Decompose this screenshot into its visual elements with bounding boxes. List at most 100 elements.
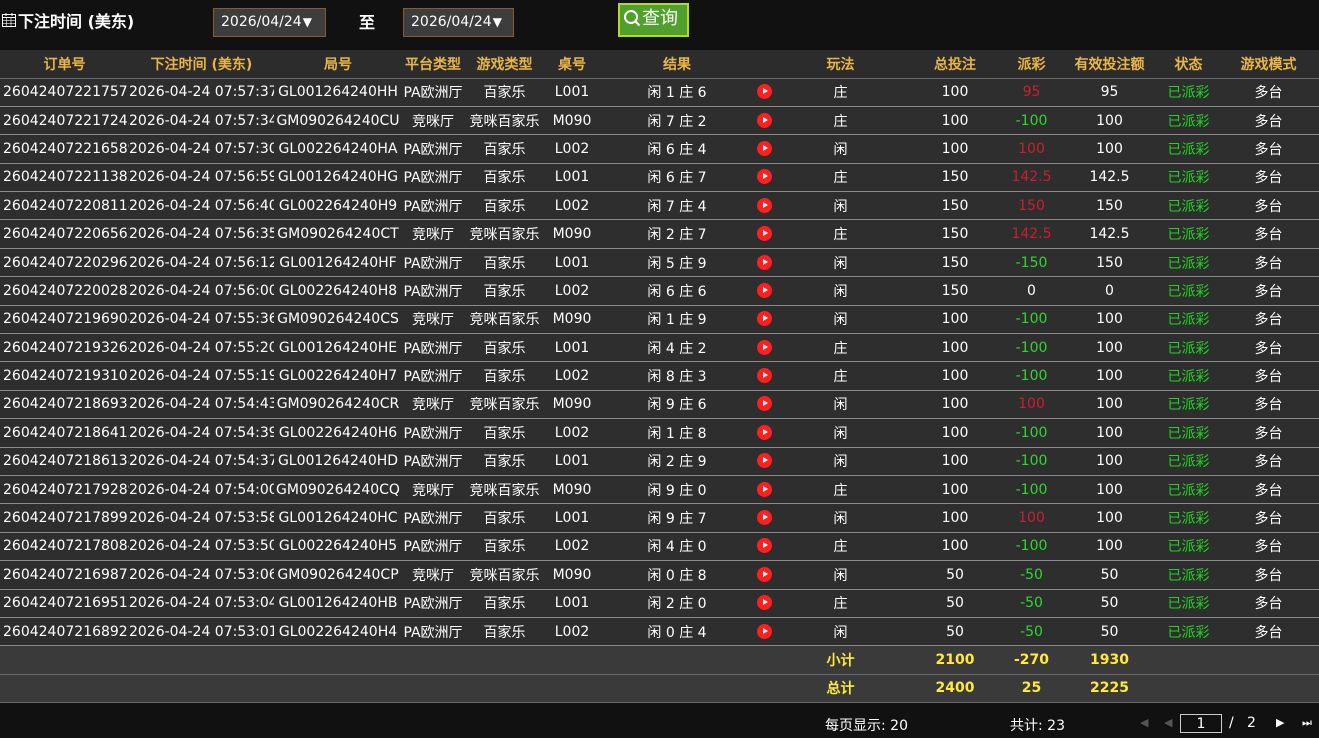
play-icon[interactable] [757,140,772,156]
cell-game-type: 竞咪百家乐 [464,219,545,249]
header-platform[interactable]: 平台类型 [402,50,464,79]
header-game-type[interactable]: 游戏类型 [464,50,545,79]
cell-platform: PA欧洲厅 [402,191,464,221]
cell-order-no: 260424072211382 [0,163,129,193]
cell-valid-bet: 95 [1060,78,1159,107]
cell-replay [755,163,774,193]
date-from-select[interactable]: 2026/04/24▼ [213,8,326,37]
cell-status: 已派彩 [1159,560,1218,590]
cell-platform: PA欧洲厅 [402,617,464,647]
cell-payout: -100 [1003,447,1060,476]
cell-replay [755,589,774,618]
play-icon[interactable] [757,254,772,270]
play-icon[interactable] [757,197,772,213]
cell-table-no: L001 [545,248,599,278]
cell-platform: PA欧洲厅 [402,589,464,618]
play-icon[interactable] [757,453,772,469]
cell-status: 已派彩 [1159,589,1218,618]
play-icon[interactable] [757,595,772,611]
play-icon[interactable] [757,311,772,327]
cell-order-no: 260424072178084 [0,532,129,562]
header-valid-bet[interactable]: 有效投注额 [1060,50,1159,79]
header-bet-time[interactable]: 下注时间 (美东) [129,50,274,79]
prev-page-icon[interactable]: ◀ [1164,716,1172,729]
cell-result: 闲 4 庄 2 [599,333,755,363]
cell-valid-bet: 0 [1060,276,1159,306]
cell-game-type: 百家乐 [464,532,545,562]
header-total-bet[interactable]: 总投注 [907,50,1003,79]
cell-replay [755,191,774,221]
header-status[interactable]: 状态 [1159,50,1218,79]
cell-round-no: GL002264240H7 [274,361,402,391]
cell-replay [755,475,774,505]
table-row: 260424072217571 2026-04-24 07:57:37 GL0012… [0,78,1319,107]
play-icon[interactable] [757,84,772,100]
cell-order-no: 260424072196904 [0,305,129,335]
header-result[interactable]: 结果 [599,50,755,79]
cell-bet-type: 闲 [774,503,907,533]
cell-valid-bet: 100 [1060,390,1159,420]
play-icon[interactable] [757,368,772,384]
cell-payout: 142.5 [1003,163,1060,193]
cell-valid-bet: 100 [1060,503,1159,533]
first-page-icon[interactable]: ◀ [1140,716,1148,729]
cell-platform: PA欧洲厅 [402,134,464,164]
cell-platform: PA欧洲厅 [402,276,464,306]
query-button[interactable]: 查询 [618,3,689,37]
cell-result: 闲 9 庄 6 [599,390,755,420]
play-icon[interactable] [757,282,772,298]
cell-payout: -100 [1003,532,1060,562]
cell-result: 闲 6 庄 7 [599,163,755,193]
table-row: 260424072186935 2026-04-24 07:54:43 GM0902… [0,390,1319,420]
table-row: 260424072178084 2026-04-24 07:53:50 GL0022… [0,532,1319,562]
header-round-no[interactable]: 局号 [274,50,402,79]
cell-replay [755,305,774,335]
cell-game-mode: 多台 [1218,418,1319,448]
header-payout[interactable]: 派彩 [1003,50,1060,79]
cell-total-bet: 150 [907,248,1003,278]
cell-round-no: GL001264240HF [274,248,402,278]
cell-game-type: 百家乐 [464,447,545,476]
cell-replay [755,106,774,136]
play-icon[interactable] [757,396,772,412]
last-page-icon[interactable]: ⏭ [1302,716,1312,730]
calendar-icon[interactable] [2,13,16,27]
cell-round-no: GL002264240H8 [274,276,402,306]
play-icon[interactable] [757,623,772,639]
play-icon[interactable] [757,538,772,554]
subtotal-valid-bet: 1930 [1060,645,1159,675]
cell-order-no: 260424072193264 [0,333,129,363]
play-icon[interactable] [757,424,772,440]
cell-total-bet: 100 [907,78,1003,107]
play-icon[interactable] [757,169,772,185]
table-row: 260424072179289 2026-04-24 07:54:00 GM0902… [0,475,1319,505]
header-bet-type[interactable]: 玩法 [774,50,907,79]
cell-result: 闲 0 庄 8 [599,560,755,590]
subtotal-spacer [0,645,774,675]
header-order-no[interactable]: 订单号 [0,50,129,79]
search-icon [624,10,641,27]
cell-bet-type: 庄 [774,106,907,136]
play-icon[interactable] [757,226,772,242]
cell-bet-time: 2026-04-24 07:57:34 [129,106,274,136]
header-game-mode[interactable]: 游戏模式 [1218,50,1319,79]
cell-round-no: GL001264240HE [274,333,402,363]
cell-round-no: GL002264240H4 [274,617,402,647]
play-icon[interactable] [757,566,772,582]
cell-bet-type: 闲 [774,390,907,420]
cell-platform: 竞咪厅 [402,560,464,590]
page-number-input[interactable] [1180,714,1222,733]
cell-table-no: L001 [545,333,599,363]
cell-status: 已派彩 [1159,106,1218,136]
play-icon[interactable] [757,112,772,128]
play-icon[interactable] [757,339,772,355]
cell-payout: -100 [1003,361,1060,391]
cell-table-no: L001 [545,78,599,107]
play-icon[interactable] [757,481,772,497]
cell-status: 已派彩 [1159,78,1218,107]
cell-round-no: GM090264240CP [274,560,402,590]
next-page-icon[interactable]: ▶ [1276,716,1284,729]
header-table-no[interactable]: 桌号 [545,50,599,79]
date-to-select[interactable]: 2026/04/24▼ [403,8,514,37]
play-icon[interactable] [757,510,772,526]
